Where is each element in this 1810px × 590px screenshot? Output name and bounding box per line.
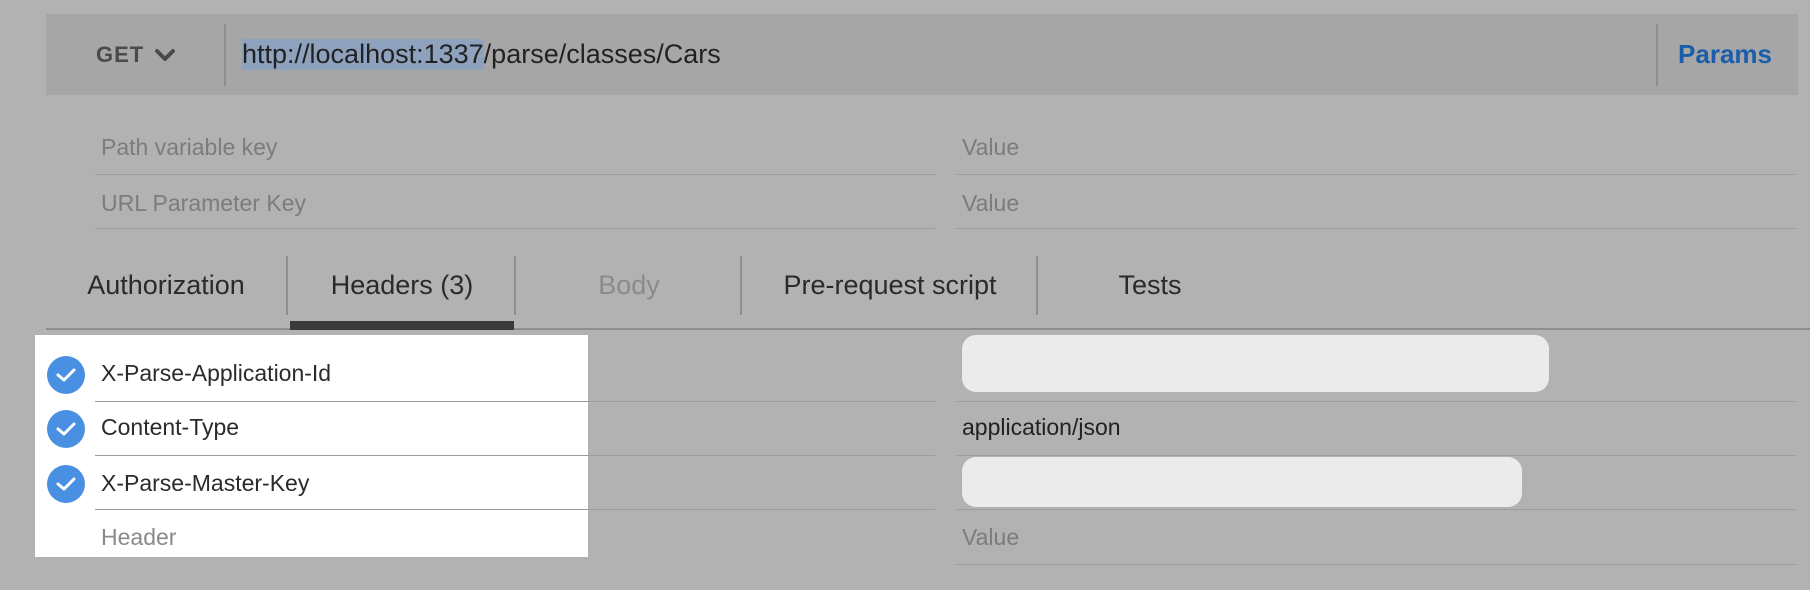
divider <box>95 401 935 402</box>
tab-divider <box>514 256 516 315</box>
tab-divider <box>1036 256 1038 315</box>
url-selected-text: http://localhost:1337 <box>242 39 484 70</box>
header-key-input[interactable]: X-Parse-Application-Id <box>101 353 331 393</box>
tab-body[interactable]: Body <box>518 255 740 315</box>
tab-authorization[interactable]: Authorization <box>70 255 262 315</box>
path-variable-value-input[interactable]: Value <box>962 119 1019 175</box>
method-label: GET <box>96 41 145 67</box>
path-variable-key-input[interactable]: Path variable key <box>101 119 277 175</box>
tab-divider <box>286 256 288 315</box>
url-text: /parse/classes/Cars <box>483 39 721 69</box>
url-param-key-input[interactable]: URL Parameter Key <box>101 175 306 231</box>
params-divider <box>1656 24 1658 86</box>
header-key-input[interactable]: X-Parse-Master-Key <box>101 463 309 503</box>
header-key-input[interactable]: Content-Type <box>101 407 239 447</box>
header-value-input[interactable] <box>962 335 1549 392</box>
tab-tests[interactable]: Tests <box>1040 255 1260 315</box>
divider <box>956 455 1796 456</box>
method-dropdown[interactable]: GET <box>96 14 176 95</box>
method-divider <box>224 24 226 86</box>
header-enabled-checkbox[interactable] <box>47 410 85 448</box>
header-value-input[interactable] <box>962 457 1522 507</box>
divider <box>956 509 1796 510</box>
divider <box>956 228 1796 229</box>
active-tab-indicator <box>290 321 514 330</box>
checkmark-icon <box>56 368 76 382</box>
checkmark-icon <box>56 422 76 436</box>
chevron-down-icon <box>154 47 176 63</box>
new-header-value-input[interactable]: Value <box>962 517 1019 557</box>
tab-divider <box>740 256 742 315</box>
header-enabled-checkbox[interactable] <box>47 356 85 394</box>
tab-headers[interactable]: Headers (3) <box>290 255 514 315</box>
params-button[interactable]: Params <box>1678 14 1772 95</box>
divider <box>956 401 1796 402</box>
url-input[interactable]: http://localhost:1337/parse/classes/Cars <box>242 14 721 95</box>
new-header-key-input[interactable]: Header <box>101 517 176 557</box>
tab-pre-request-script[interactable]: Pre-request script <box>744 255 1036 315</box>
divider <box>956 564 1796 565</box>
divider <box>95 455 935 456</box>
header-enabled-checkbox[interactable] <box>47 465 85 503</box>
divider <box>95 509 935 510</box>
checkmark-icon <box>56 477 76 491</box>
divider <box>95 228 935 229</box>
divider <box>956 174 1796 175</box>
url-param-value-input[interactable]: Value <box>962 175 1019 231</box>
url-bar: GET http://localhost:1337/parse/classes/… <box>46 14 1798 95</box>
header-value-input[interactable]: application/json <box>962 407 1121 447</box>
